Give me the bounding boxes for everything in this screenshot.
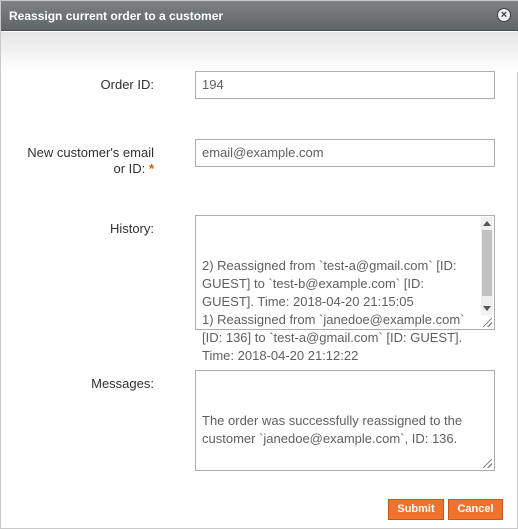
order-id-label: Order ID: — [101, 77, 154, 93]
resize-grip-icon[interactable] — [483, 459, 492, 468]
scroll-up-icon[interactable] — [483, 221, 491, 226]
required-marker: * — [148, 161, 154, 176]
close-icon[interactable]: × — [497, 8, 511, 22]
history-label-text: History: — [109, 221, 154, 236]
email-label-line2: or ID: * — [27, 161, 154, 177]
messages-text: The order was successfully reassigned to… — [202, 413, 466, 446]
history-label: History: — [110, 221, 154, 237]
submit-button[interactable]: Submit — [388, 499, 444, 520]
history-text: 2) Reassigned from `test-a@gmail.com` [I… — [202, 258, 465, 360]
header-shade — [1, 32, 518, 72]
resize-grip-icon[interactable] — [483, 318, 492, 327]
reassign-order-dialog: Reassign current order to a customer × O… — [0, 0, 518, 529]
email-field[interactable]: email@example.com — [195, 139, 495, 167]
history-scrollbar[interactable] — [481, 217, 493, 315]
order-id-label-text: Order ID: — [100, 77, 154, 92]
order-id-field[interactable]: 194 — [195, 71, 495, 99]
cancel-button[interactable]: Cancel — [448, 499, 503, 520]
email-label: New customer's email or ID: * — [27, 145, 154, 177]
scroll-thumb[interactable] — [482, 230, 492, 296]
history-textarea[interactable]: 2) Reassigned from `test-a@gmail.com` [I… — [195, 215, 495, 360]
messages-label-text: Messages: — [91, 376, 154, 391]
scroll-down-icon[interactable] — [483, 306, 491, 311]
messages-textarea[interactable]: The order was successfully reassigned to… — [195, 370, 495, 471]
email-label-line1: New customer's email — [27, 145, 154, 160]
dialog-titlebar: Reassign current order to a customer × — [1, 1, 518, 31]
messages-label: Messages: — [91, 376, 154, 392]
email-label-line2-text: or ID: — [113, 161, 146, 176]
dialog-title: Reassign current order to a customer — [9, 9, 224, 23]
